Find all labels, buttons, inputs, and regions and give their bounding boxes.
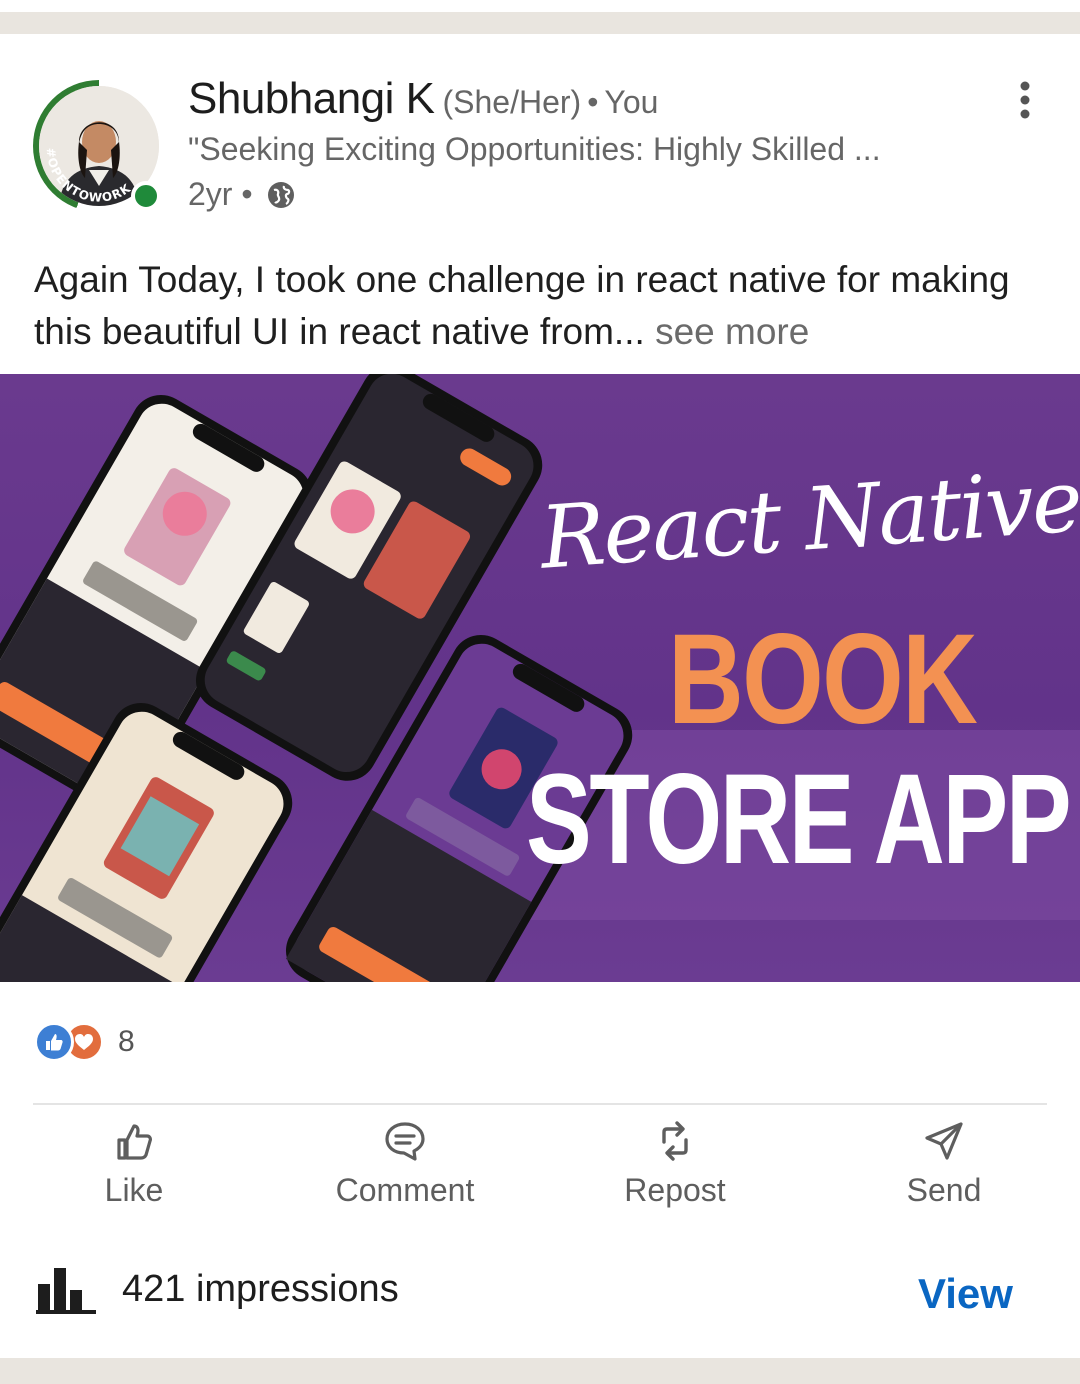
- send-icon: [925, 1122, 963, 1160]
- online-status-indicator: [131, 181, 161, 211]
- author-headline: "Seeking Exciting Opportunities: Highly …: [188, 131, 881, 167]
- send-button[interactable]: Send: [844, 1118, 1044, 1209]
- like-reaction-icon: [34, 1022, 74, 1062]
- post-text: Again Today, I took one challenge in rea…: [34, 254, 1044, 358]
- banner-title-book: BOOK: [668, 608, 978, 751]
- post-image[interactable]: React Native BOOK STORE APP: [0, 374, 1080, 982]
- author-name[interactable]: Shubhangi K: [188, 74, 435, 123]
- like-label: Like: [104, 1172, 164, 1208]
- author-pronouns: (She/Her): [442, 84, 582, 120]
- bar-chart-icon: [36, 1268, 96, 1314]
- impressions-count: 421 impressions: [122, 1267, 399, 1310]
- thumbs-up-icon: [117, 1124, 152, 1160]
- see-more-link[interactable]: see more: [655, 311, 809, 352]
- repost-icon: [662, 1121, 688, 1161]
- comment-icon: [385, 1122, 425, 1161]
- post-time: 2yr •: [188, 176, 253, 212]
- bottom-separator: [0, 1358, 1080, 1384]
- top-separator: [0, 12, 1080, 34]
- comment-button[interactable]: Comment: [305, 1118, 505, 1209]
- repost-button[interactable]: Repost: [575, 1118, 775, 1209]
- post-body: Again Today, I took one challenge in rea…: [34, 259, 1010, 352]
- impressions-row: 421 impressions: [36, 1262, 399, 1316]
- repost-label: Repost: [624, 1172, 726, 1208]
- svg-text:#OPENTOWORK: #OPENTOWORK: [44, 147, 134, 205]
- banner-title-store-app: STORE APP: [526, 748, 1072, 891]
- author-relation: You: [604, 84, 659, 120]
- name-separator: •: [587, 84, 599, 120]
- globe-icon: [267, 181, 294, 208]
- more-options-icon[interactable]: [1008, 80, 1042, 122]
- reactions-summary[interactable]: 8: [34, 1022, 135, 1062]
- reaction-count: 8: [118, 1025, 135, 1058]
- post-actions-bar: Like Comment Repost Send: [0, 1118, 1080, 1218]
- like-button[interactable]: Like: [34, 1118, 234, 1209]
- open-to-work-badge: #OPENTOWORK: [44, 147, 133, 205]
- view-analytics-link[interactable]: View: [918, 1270, 1013, 1318]
- divider: [33, 1103, 1047, 1105]
- send-label: Send: [906, 1172, 982, 1208]
- comment-label: Comment: [335, 1172, 475, 1208]
